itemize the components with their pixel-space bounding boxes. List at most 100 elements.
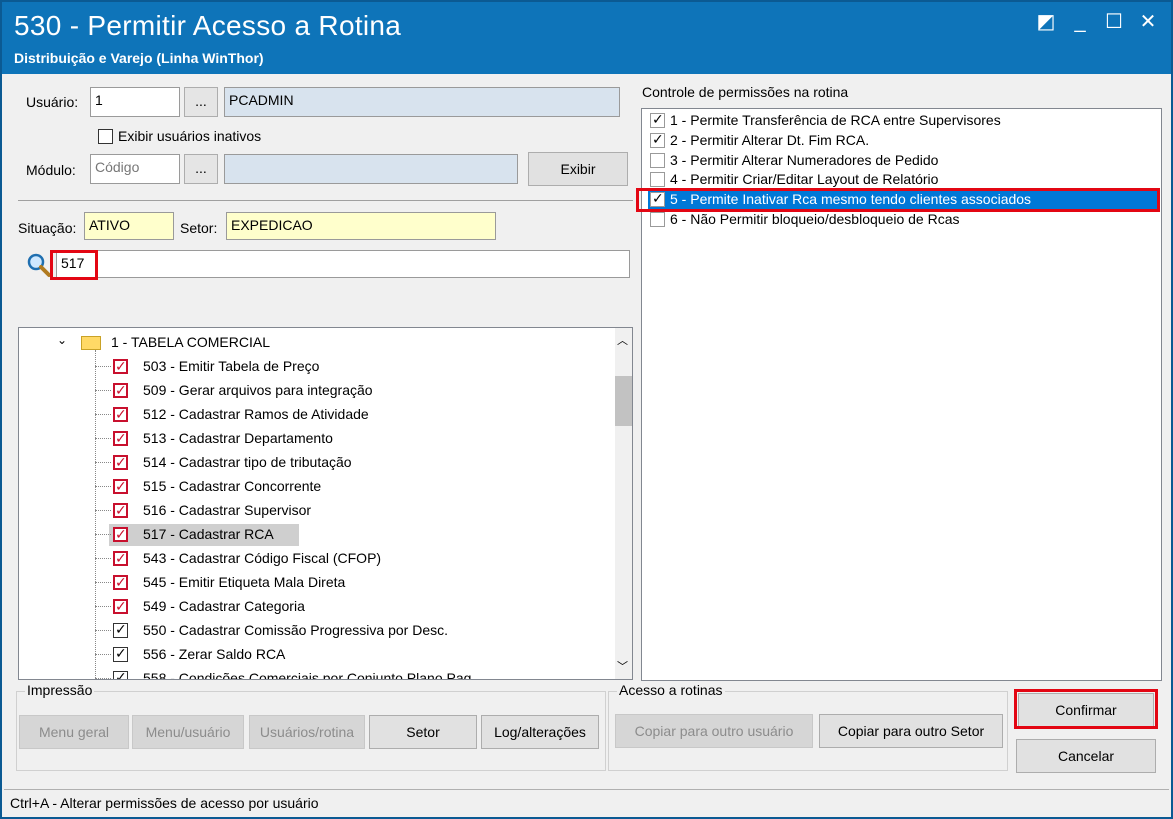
tree-root[interactable]: ⌄ 1 - TABELA COMERCIAL	[19, 332, 619, 354]
situacao-field: ATIVO	[84, 212, 174, 240]
tree-item-label: 513 - Cadastrar Departamento	[143, 430, 333, 446]
permission-item[interactable]: 1 - Permite Transferência de RCA entre S…	[648, 111, 1158, 131]
minimize-icon[interactable]: _	[1066, 8, 1094, 36]
tree-item[interactable]: 550 - Cadastrar Comissão Progressiva por…	[19, 620, 619, 642]
permission-checkbox[interactable]	[650, 172, 665, 187]
impressao-title: Impressão	[25, 682, 95, 698]
tree-item-label: 556 - Zerar Saldo RCA	[143, 646, 286, 662]
tree-item-checkbox[interactable]	[113, 574, 128, 591]
close-icon[interactable]: ✕	[1134, 8, 1162, 36]
tree-item-label: 549 - Cadastrar Categoria	[143, 598, 305, 614]
tree-item-checkbox[interactable]	[113, 598, 128, 615]
log-alteracoes-button[interactable]: Log/alterações	[481, 715, 599, 749]
permission-label: 5 - Permite Inativar Rca mesmo tendo cli…	[670, 191, 1032, 207]
copiar-usuario-button[interactable]: Copiar para outro usuário	[615, 714, 813, 748]
tree-item-checkbox[interactable]	[113, 430, 128, 447]
window-subtitle: Distribuição e Varejo (Linha WinThor)	[14, 50, 264, 66]
permission-checkbox[interactable]	[650, 131, 665, 148]
tree-item[interactable]: 509 - Gerar arquivos para integração	[19, 380, 619, 402]
folder-icon	[81, 336, 101, 350]
status-text: Ctrl+A - Alterar permissões de acesso po…	[10, 795, 319, 811]
permission-item[interactable]: 4 - Permitir Criar/Editar Layout de Rela…	[648, 170, 1158, 190]
restore-icon[interactable]: ◩	[1032, 8, 1060, 36]
permission-checkbox[interactable]	[650, 212, 665, 227]
tree-item-label: 550 - Cadastrar Comissão Progressiva por…	[143, 622, 449, 638]
tree-item-label: 545 - Emitir Etiqueta Mala Direta	[143, 574, 346, 590]
tree-item-checkbox[interactable]	[113, 502, 128, 519]
tree-item[interactable]: 515 - Cadastrar Concorrente	[19, 476, 619, 498]
tree-item-checkbox[interactable]	[113, 478, 128, 495]
client-area: Usuário: 1 ... PCADMIN Exibir usuários i…	[4, 74, 1169, 817]
setor-button[interactable]: Setor	[369, 715, 477, 749]
situacao-label: Situação:	[18, 220, 77, 236]
permission-label: 4 - Permitir Criar/Editar Layout de Rela…	[670, 171, 939, 187]
tree-item[interactable]: 543 - Cadastrar Código Fiscal (CFOP)	[19, 548, 619, 570]
tree-item[interactable]: 514 - Cadastrar tipo de tributação	[19, 452, 619, 474]
acesso-title: Acesso a rotinas	[617, 682, 725, 698]
tree-item-checkbox[interactable]	[113, 406, 128, 423]
status-bar: Ctrl+A - Alterar permissões de acesso po…	[4, 789, 1169, 817]
modulo-code-input[interactable]: Código	[90, 154, 180, 184]
maximize-icon[interactable]: ☐	[1100, 8, 1128, 36]
tree-item-checkbox[interactable]	[113, 645, 128, 662]
tree-item[interactable]: 558 - Condições Comerciais por Conjunto …	[19, 668, 619, 679]
tree-item-checkbox[interactable]	[113, 454, 128, 471]
tree-root-label: 1 - TABELA COMERCIAL	[111, 334, 270, 350]
tree-scrollbar[interactable]: ︿ ﹀	[615, 328, 632, 679]
title-bar: 530 - Permitir Acesso a Rotina Distribui…	[2, 2, 1171, 74]
window-title: 530 - Permitir Acesso a Rotina	[14, 10, 402, 41]
tree-item[interactable]: 556 - Zerar Saldo RCA	[19, 644, 619, 666]
chevron-down-icon[interactable]: ⌄	[57, 333, 67, 347]
setor-label: Setor:	[180, 220, 218, 236]
permission-checkbox[interactable]	[650, 153, 665, 168]
exibir-button[interactable]: Exibir	[528, 152, 628, 186]
tree-item[interactable]: 549 - Cadastrar Categoria	[19, 596, 619, 618]
tree-item[interactable]: 545 - Emitir Etiqueta Mala Direta	[19, 572, 619, 594]
scroll-up-icon[interactable]: ︿	[617, 332, 628, 348]
exibir-inativos-label: Exibir usuários inativos	[118, 128, 262, 144]
permission-item-selected[interactable]: 5 - Permite Inativar Rca mesmo tendo cli…	[648, 190, 1158, 210]
exibir-inativos-checkbox[interactable]	[98, 129, 113, 144]
tree-item-label: 517 - Cadastrar RCA	[143, 526, 274, 542]
menu-usuario-button[interactable]: Menu/usuário	[132, 715, 244, 749]
menu-geral-button[interactable]: Menu geral	[19, 715, 129, 749]
tree-item-selected[interactable]: 517 - Cadastrar RCA	[19, 524, 619, 546]
main-window: 530 - Permitir Acesso a Rotina Distribui…	[0, 0, 1173, 819]
tree-item-label: 503 - Emitir Tabela de Preço	[143, 358, 320, 374]
search-input[interactable]: 517	[56, 250, 630, 278]
rotinas-tree: ⌄ 1 - TABELA COMERCIAL 503 - Emitir Tabe…	[18, 327, 633, 680]
tree-item-checkbox[interactable]	[113, 550, 128, 567]
cancelar-button[interactable]: Cancelar	[1016, 739, 1156, 773]
tree-item-label: 516 - Cadastrar Supervisor	[143, 502, 312, 518]
usuarios-rotina-button[interactable]: Usuários/rotina	[249, 715, 365, 749]
tree-item[interactable]: 513 - Cadastrar Departamento	[19, 428, 619, 450]
scroll-thumb[interactable]	[615, 376, 632, 426]
permission-item[interactable]: 2 - Permitir Alterar Dt. Fim RCA.	[648, 131, 1158, 151]
permission-item[interactable]: 3 - Permitir Alterar Numeradores de Pedi…	[648, 151, 1158, 171]
tree-item-checkbox[interactable]	[113, 621, 128, 638]
tree-item[interactable]: 512 - Cadastrar Ramos de Atividade	[19, 404, 619, 426]
tree-item-label: 514 - Cadastrar tipo de tributação	[143, 454, 352, 470]
tree-item-label: 512 - Cadastrar Ramos de Atividade	[143, 406, 369, 422]
tree-item-checkbox[interactable]	[113, 526, 128, 543]
search-icon[interactable]	[26, 252, 52, 278]
permission-checkbox[interactable]	[650, 111, 665, 128]
modulo-lookup-button[interactable]: ...	[184, 154, 218, 184]
tree-item-checkbox[interactable]	[113, 358, 128, 375]
permission-label: 1 - Permite Transferência de RCA entre S…	[670, 112, 1001, 128]
usuario-code-input[interactable]: 1	[90, 87, 180, 117]
divider	[18, 200, 633, 201]
tree-item-checkbox[interactable]	[113, 669, 128, 679]
tree-item-label: 515 - Cadastrar Concorrente	[143, 478, 322, 494]
permissions-list: 1 - Permite Transferência de RCA entre S…	[641, 108, 1162, 681]
permission-item[interactable]: 6 - Não Permitir bloqueio/desbloqueio de…	[648, 210, 1158, 230]
tree-item-checkbox[interactable]	[113, 382, 128, 399]
usuario-lookup-button[interactable]: ...	[184, 87, 218, 117]
confirmar-button[interactable]: Confirmar	[1018, 693, 1154, 727]
tree-item[interactable]: 503 - Emitir Tabela de Preço	[19, 356, 619, 378]
permission-checkbox[interactable]	[650, 190, 665, 207]
copiar-setor-button[interactable]: Copiar para outro Setor	[819, 714, 1003, 748]
scroll-down-icon[interactable]: ﹀	[617, 658, 628, 674]
acesso-group: Acesso a rotinas Copiar para outro usuár…	[608, 682, 1008, 771]
tree-item[interactable]: 516 - Cadastrar Supervisor	[19, 500, 619, 522]
